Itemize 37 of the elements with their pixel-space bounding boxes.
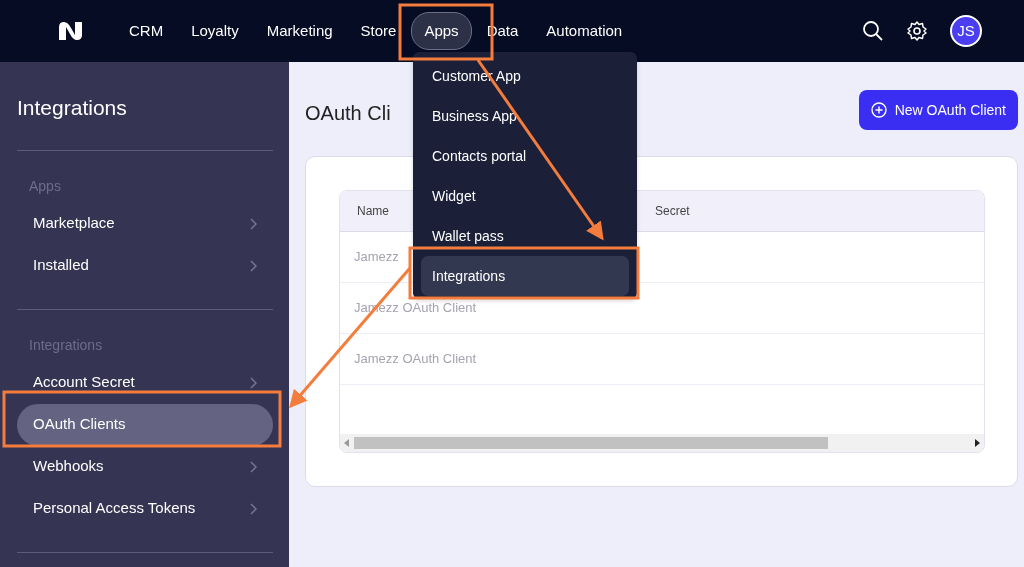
table-cell-text: Jamezz OAuth Client xyxy=(354,350,477,369)
nav-tab[interactable]: Store xyxy=(347,11,410,51)
column-header: Name xyxy=(356,203,390,220)
menu-item[interactable]: Contacts portal xyxy=(421,136,629,176)
column-header: Secret xyxy=(655,203,690,220)
menu-item[interactable]: Integrations xyxy=(421,256,629,296)
nav-tab[interactable]: Automation xyxy=(533,11,636,51)
chevron-right-icon xyxy=(250,217,257,230)
search-icon[interactable] xyxy=(862,20,884,42)
menu-item[interactable]: Widget xyxy=(421,176,629,216)
nav-tab[interactable]: Loyalty xyxy=(178,11,252,51)
avatar[interactable]: JS xyxy=(950,15,982,47)
scroll-right-icon[interactable] xyxy=(974,439,980,447)
new-client-button[interactable]: New OAuth Client xyxy=(858,90,1018,130)
sidebar-item[interactable]: Marketplace xyxy=(17,202,273,245)
section-heading: Integrations xyxy=(28,335,104,355)
nav-tab[interactable]: Apps xyxy=(411,11,472,51)
settings-icon[interactable] xyxy=(906,20,928,42)
menu-item[interactable]: Business App xyxy=(421,96,629,136)
chevron-right-icon xyxy=(250,376,257,389)
chevron-right-icon xyxy=(250,502,257,515)
nav-tab[interactable]: CRM xyxy=(116,11,177,51)
horizontal-scrollbar[interactable] xyxy=(340,434,984,452)
sidebar-title: Integrations xyxy=(17,95,128,121)
table-cell-text: Jamezz xyxy=(354,248,399,267)
page-title: OAuth Cli xyxy=(305,101,391,126)
nav-tab[interactable]: Marketing xyxy=(253,11,346,51)
sidebar-item[interactable]: Account Secret xyxy=(17,361,273,404)
sidebar-item[interactable]: Installed xyxy=(17,244,273,287)
section-heading: Apps xyxy=(28,176,62,196)
sidebar-item[interactable]: OAuth Clients xyxy=(17,403,273,446)
chevron-right-icon xyxy=(250,259,257,272)
plus-circle-icon xyxy=(870,102,887,118)
sidebar-item[interactable]: Personal Access Tokens xyxy=(17,487,273,530)
menu-item[interactable]: Wallet pass xyxy=(421,216,629,256)
sidebar-item[interactable]: Webhooks xyxy=(17,445,273,488)
chevron-right-icon xyxy=(250,460,257,473)
